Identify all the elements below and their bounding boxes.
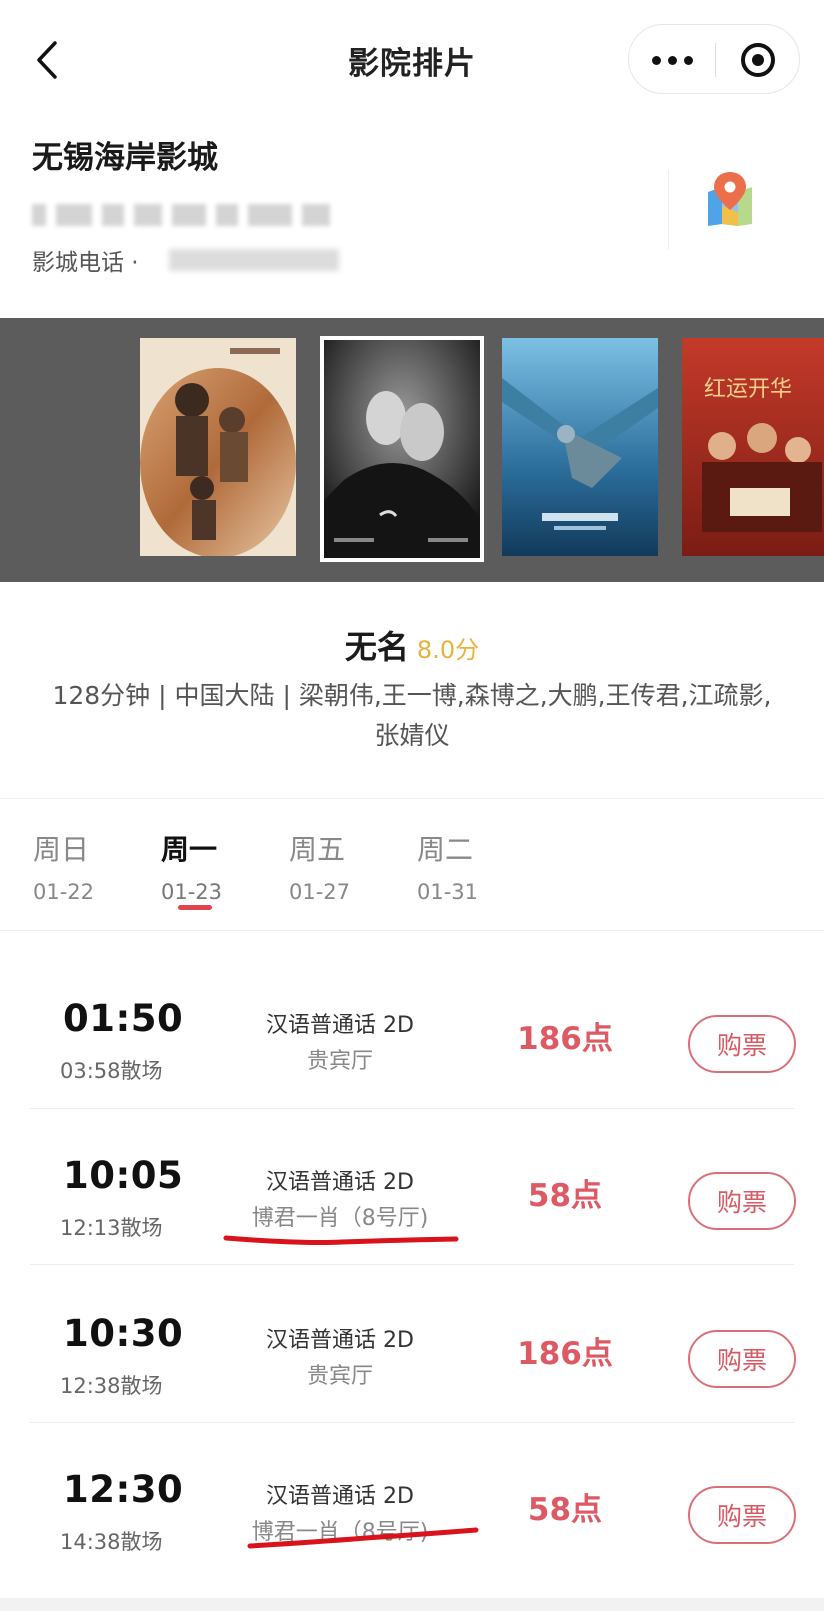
poster-4-image: 红运开华 — [682, 338, 824, 556]
buy-ticket-button[interactable]: 购票 — [688, 1172, 796, 1230]
movie-meta: 128分钟 | 中国大陆 | 梁朝伟,王一博,森博之,大鹏,王传君,江疏影,张婧… — [52, 681, 772, 750]
date-tab-date: 01-23 — [161, 880, 223, 904]
showtime-price: 186点 — [517, 1021, 613, 1057]
tabs-fade-overlay — [470, 815, 610, 905]
poster-strip[interactable]: 红运开华 — [0, 318, 824, 582]
showtime-language: 汉语普通话 2D — [266, 1170, 414, 1195]
more-dots-icon — [651, 55, 661, 65]
bottom-bar — [0, 1598, 824, 1611]
date-tab-sunday[interactable]: 周日 01-22 — [33, 828, 143, 904]
poster-3[interactable] — [502, 338, 658, 556]
showtime-end: 12:13散场 — [60, 1216, 163, 1240]
movie-name: 无名 — [344, 628, 409, 666]
annotation-underline — [223, 1235, 459, 1245]
phone-number-blurred — [168, 249, 339, 271]
buy-ticket-button[interactable]: 购票 — [688, 1486, 796, 1544]
date-tab-monday[interactable]: 周一 01-23 — [161, 828, 271, 904]
target-circle-icon — [741, 43, 775, 77]
showtime-start: 10:30 — [63, 1312, 184, 1355]
divider — [0, 798, 824, 799]
showtime-price: 58点 — [527, 1492, 603, 1528]
showtime-end: 14:38散场 — [60, 1530, 163, 1554]
date-tab-date: 01-22 — [33, 880, 95, 904]
active-tab-indicator — [178, 905, 212, 910]
date-tab-friday[interactable]: 周五 01-27 — [289, 828, 399, 904]
movie-score: 8.0分 — [416, 636, 480, 664]
poster-1-image — [140, 338, 296, 556]
row-divider — [30, 1108, 794, 1109]
showtime-price: 186点 — [517, 1336, 613, 1372]
poster-3-image — [502, 338, 658, 556]
showtime-end: 03:58散场 — [60, 1059, 163, 1083]
showtime-start: 01:50 — [63, 997, 184, 1040]
header: 影院排片 — [0, 0, 824, 118]
showtime-language: 汉语普通话 2D — [266, 1013, 414, 1038]
showtime-row: 01:50 03:58散场 汉语普通话 2D 贵宾厅 186点 购票 — [0, 975, 824, 1130]
map-button[interactable] — [704, 170, 756, 228]
mini-program-capsule — [628, 24, 800, 94]
row-divider — [30, 1264, 794, 1265]
buy-ticket-button[interactable]: 购票 — [688, 1330, 796, 1388]
poster-4-title: 红运开华 — [704, 377, 792, 402]
date-tab-day: 周五 — [289, 833, 346, 866]
annotation-underline — [247, 1527, 479, 1549]
map-pin-icon — [708, 172, 752, 226]
showtime-hall: 贵宾厅 — [306, 1049, 373, 1074]
poster-2-selected[interactable] — [320, 336, 484, 562]
cinema-name: 无锡海岸影城 — [32, 140, 218, 176]
showtime-start: 10:05 — [63, 1154, 184, 1197]
phone-label: 影城电话 · — [32, 250, 139, 276]
showtime-start: 12:30 — [63, 1468, 184, 1511]
map-divider — [668, 170, 669, 250]
poster-2-image — [324, 340, 480, 558]
date-tab-day: 周日 — [33, 833, 90, 866]
divider — [0, 930, 824, 931]
close-button[interactable] — [715, 25, 801, 95]
showtime-language: 汉语普通话 2D — [266, 1328, 414, 1353]
movie-title-row: 无名 8.0分 — [0, 622, 824, 668]
cinema-address-blurred — [32, 204, 337, 226]
poster-4[interactable]: 红运开华 — [682, 338, 824, 556]
cinema-phone-row: 影城电话 · — [32, 243, 339, 277]
showtime-language: 汉语普通话 2D — [266, 1484, 414, 1509]
buy-ticket-button[interactable]: 购票 — [688, 1015, 796, 1073]
showtime-end: 12:38散场 — [60, 1374, 163, 1398]
row-divider — [30, 1422, 794, 1423]
more-button[interactable] — [629, 25, 715, 95]
date-tab-date: 01-27 — [289, 880, 351, 904]
showtime-hall: 贵宾厅 — [306, 1364, 373, 1389]
poster-1[interactable] — [140, 338, 296, 556]
showtime-price: 58点 — [527, 1178, 603, 1214]
date-tab-day: 周一 — [161, 833, 218, 866]
